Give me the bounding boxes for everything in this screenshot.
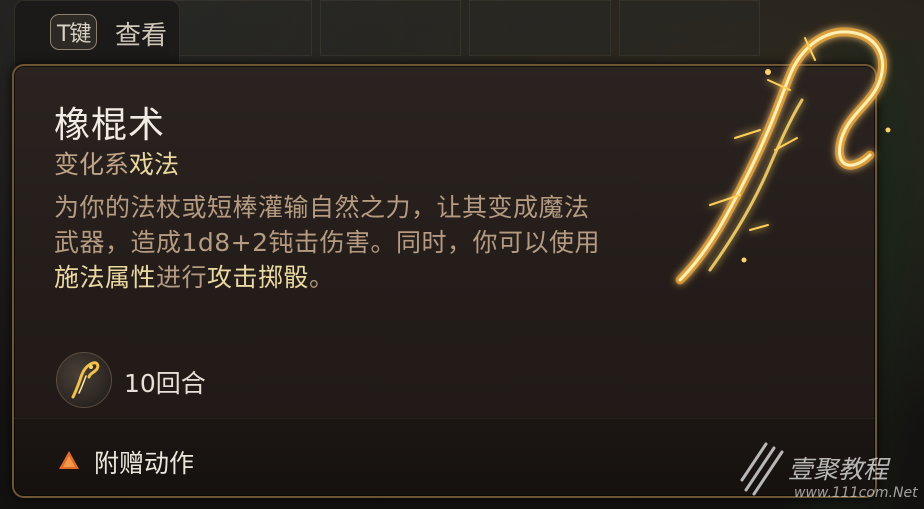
description-text: 为你的法杖或短棒灌输自然之力，让其变成魔法武器，造成1d8+2钝击伤害。同时，你… xyxy=(54,193,601,257)
spell-subtitle: 变化系戏法 xyxy=(54,145,179,181)
glowing-club-art xyxy=(675,27,891,285)
description-text: 。 xyxy=(309,263,335,292)
spellcasting-ability-link[interactable]: 施法属性 xyxy=(54,263,156,292)
watermark-url: www.111com.Net xyxy=(794,485,918,501)
spell-school: 变化系 xyxy=(54,150,130,179)
watermark-text: 壹聚教程 xyxy=(788,455,889,484)
attack-roll-link[interactable]: 攻击掷骰 xyxy=(207,263,309,292)
shillelagh-club-icon xyxy=(56,352,112,408)
spell-name: 橡棍术 xyxy=(54,105,166,146)
spell-duration: 10回合 xyxy=(124,369,206,398)
watermark-logo-icon xyxy=(740,442,784,496)
bonus-action-label: 附赠动作 xyxy=(94,449,195,478)
site-watermark: 壹聚教程 www.111com.Net xyxy=(738,440,924,506)
orange-triangle-icon xyxy=(59,451,79,469)
spell-type: 戏法 xyxy=(129,150,180,179)
examine-hint-tab[interactable]: T键 查看 xyxy=(14,0,180,67)
examine-label: 查看 xyxy=(115,21,168,51)
description-text: 进行 xyxy=(156,263,208,292)
t-key-icon: T键 xyxy=(50,14,98,50)
spell-description: 为你的法杖或短棒灌输自然之力，让其变成魔法武器，造成1d8+2钝击伤害。同时，你… xyxy=(54,190,614,295)
